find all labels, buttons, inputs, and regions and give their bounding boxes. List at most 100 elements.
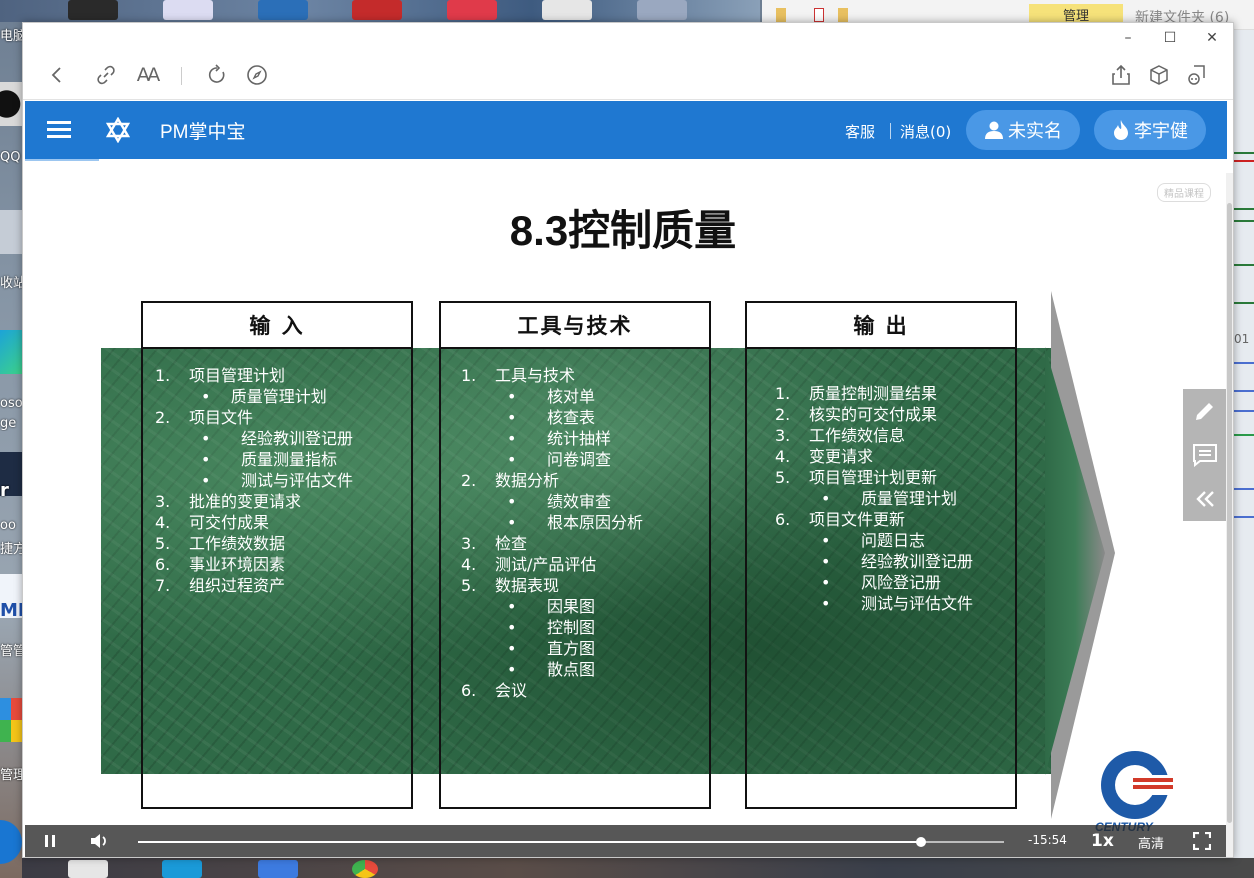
- list-item: 3. 批准的变更请求: [155, 491, 353, 512]
- item-number: 2.: [775, 405, 791, 424]
- item-text: 数据分析: [495, 471, 560, 490]
- realname-button[interactable]: 未实名: [966, 110, 1080, 150]
- item-number: 3.: [775, 426, 791, 445]
- progress-handle[interactable]: [915, 837, 926, 847]
- maximize-button[interactable]: ☐: [1157, 27, 1183, 49]
- list-item: 6. 项目文件更新: [775, 509, 973, 530]
- desktop-shortcut-icon[interactable]: [447, 0, 497, 20]
- screenshot-icon[interactable]: [1181, 59, 1213, 91]
- item-number: 6.: [155, 555, 171, 574]
- item-text: 工具与技术: [495, 366, 576, 385]
- strip-label: 01: [1234, 332, 1250, 346]
- subitem-text: 问卷调查: [546, 450, 611, 469]
- refresh-icon[interactable]: [201, 59, 233, 91]
- strip-line: [1234, 390, 1254, 392]
- slide-arrow-head: [1045, 291, 1115, 819]
- strip-line: [1234, 302, 1254, 304]
- slide-title: 8.3控制质量: [509, 207, 737, 254]
- strip-line: [1234, 488, 1254, 490]
- desktop-shortcut-icon[interactable]: [68, 860, 108, 878]
- desktop-shortcut-icon[interactable]: [162, 860, 202, 878]
- recycle-bin-icon[interactable]: [0, 210, 22, 254]
- desktop-shortcut-icon[interactable]: [352, 0, 402, 20]
- list-subitem: • 核对单: [507, 387, 595, 406]
- desktop-shortcut-icon[interactable]: [68, 0, 118, 20]
- desktop-label: 管管: [0, 644, 22, 659]
- item-text: 会议: [495, 681, 528, 700]
- list-subitem: • 测试与评估文件: [201, 471, 353, 490]
- pencil-icon[interactable]: [1183, 389, 1227, 433]
- side-tool-panel: [1183, 389, 1227, 521]
- player-controls: -15:54 1x 高清: [25, 825, 1227, 857]
- app-logo-icon: [105, 117, 131, 143]
- share-icon[interactable]: [1105, 59, 1137, 91]
- item-number: 1.: [775, 384, 791, 403]
- pause-icon[interactable]: [43, 832, 57, 854]
- list-subitem: • 问卷调查: [507, 450, 611, 469]
- subitem-text: 控制图: [546, 618, 595, 637]
- list-item: 3. 检查: [461, 533, 643, 554]
- list-item: 4. 可交付成果: [155, 512, 353, 533]
- video-player[interactable]: 8.3控制质量 精品课程 输 入 1. 项目管理计划 • 质量管理计划 2. 项目文…: [25, 163, 1227, 857]
- desktop-shortcut-icon[interactable]: [637, 0, 687, 20]
- item-text: 检查: [495, 534, 528, 553]
- strip-line: [1234, 160, 1254, 162]
- quality-button[interactable]: 高清: [1138, 833, 1164, 852]
- messages-link[interactable]: 消息(0): [900, 121, 951, 142]
- scrollbar-thumb[interactable]: [1227, 203, 1232, 823]
- title-bar: – ☐ ✕: [23, 23, 1233, 53]
- subitem-text: 风险登记册: [860, 573, 941, 592]
- item-number: 1.: [155, 366, 171, 385]
- chrome-icon[interactable]: [352, 860, 378, 878]
- active-tab-indicator: [25, 159, 99, 161]
- desktop-left-icons: 电脑 QQ 收站 oso ge r oo 捷方 MI 管管 管理: [0, 22, 22, 878]
- collapse-icon[interactable]: [1183, 477, 1227, 521]
- edge-icon[interactable]: [0, 330, 22, 374]
- item-number: 5.: [461, 576, 477, 595]
- cube-icon[interactable]: [1143, 59, 1175, 91]
- colorful-app-icon[interactable]: [0, 698, 22, 742]
- list-item: 2. 项目文件: [155, 407, 353, 428]
- item-text: 项目文件: [189, 408, 254, 427]
- qq-icon[interactable]: [0, 82, 22, 126]
- desktop-shortcut-icon[interactable]: [542, 0, 592, 20]
- subitem-text: 测试与评估文件: [240, 471, 353, 490]
- compass-icon[interactable]: [241, 59, 273, 91]
- menu-icon[interactable]: [47, 121, 71, 139]
- list-subitem: • 经验教训登记册: [821, 552, 973, 571]
- link-icon[interactable]: [90, 59, 122, 91]
- progress-fill: [138, 841, 921, 843]
- browser-toolbar: AA: [23, 53, 1233, 99]
- outputs-header: 输 出: [747, 303, 1015, 349]
- folder-icon: [838, 8, 848, 22]
- list-subitem: • 绩效审查: [507, 492, 611, 511]
- desktop-shortcut-icon[interactable]: [258, 860, 298, 878]
- header-divider: [890, 123, 891, 139]
- fullscreen-icon[interactable]: [1192, 831, 1212, 854]
- customer-service-link[interactable]: 客服: [845, 121, 875, 142]
- progress-bar[interactable]: [138, 837, 1004, 847]
- subitem-text: 因果图: [546, 597, 595, 616]
- item-number: 3.: [461, 534, 477, 553]
- item-text: 数据表现: [495, 576, 560, 595]
- speed-button[interactable]: 1x: [1091, 831, 1114, 851]
- app-title: PM掌中宝: [160, 122, 246, 143]
- desktop-shortcut-icon[interactable]: [163, 0, 213, 20]
- minimize-button[interactable]: –: [1115, 27, 1141, 49]
- desktop-label: ge: [0, 416, 17, 431]
- app-circle-icon[interactable]: [0, 820, 22, 864]
- list-item: 2. 数据分析: [461, 470, 643, 491]
- user-button[interactable]: 李宇健: [1094, 110, 1206, 150]
- volume-icon[interactable]: [89, 832, 111, 854]
- list-item: 2. 核实的可交付成果: [775, 404, 973, 425]
- strip-line: [1234, 410, 1254, 412]
- close-button[interactable]: ✕: [1199, 27, 1225, 49]
- time-remaining: -15:54: [1028, 833, 1067, 847]
- text-size-icon[interactable]: AA: [131, 59, 163, 91]
- item-text: 项目管理计划更新: [809, 468, 938, 487]
- comment-icon[interactable]: [1183, 433, 1227, 477]
- app-header: PM掌中宝 客服 消息(0) 未实名 李宇健: [25, 101, 1227, 159]
- page-scrollbar[interactable]: [1226, 173, 1233, 857]
- desktop-shortcut-icon[interactable]: [258, 0, 308, 20]
- back-icon[interactable]: [41, 59, 73, 91]
